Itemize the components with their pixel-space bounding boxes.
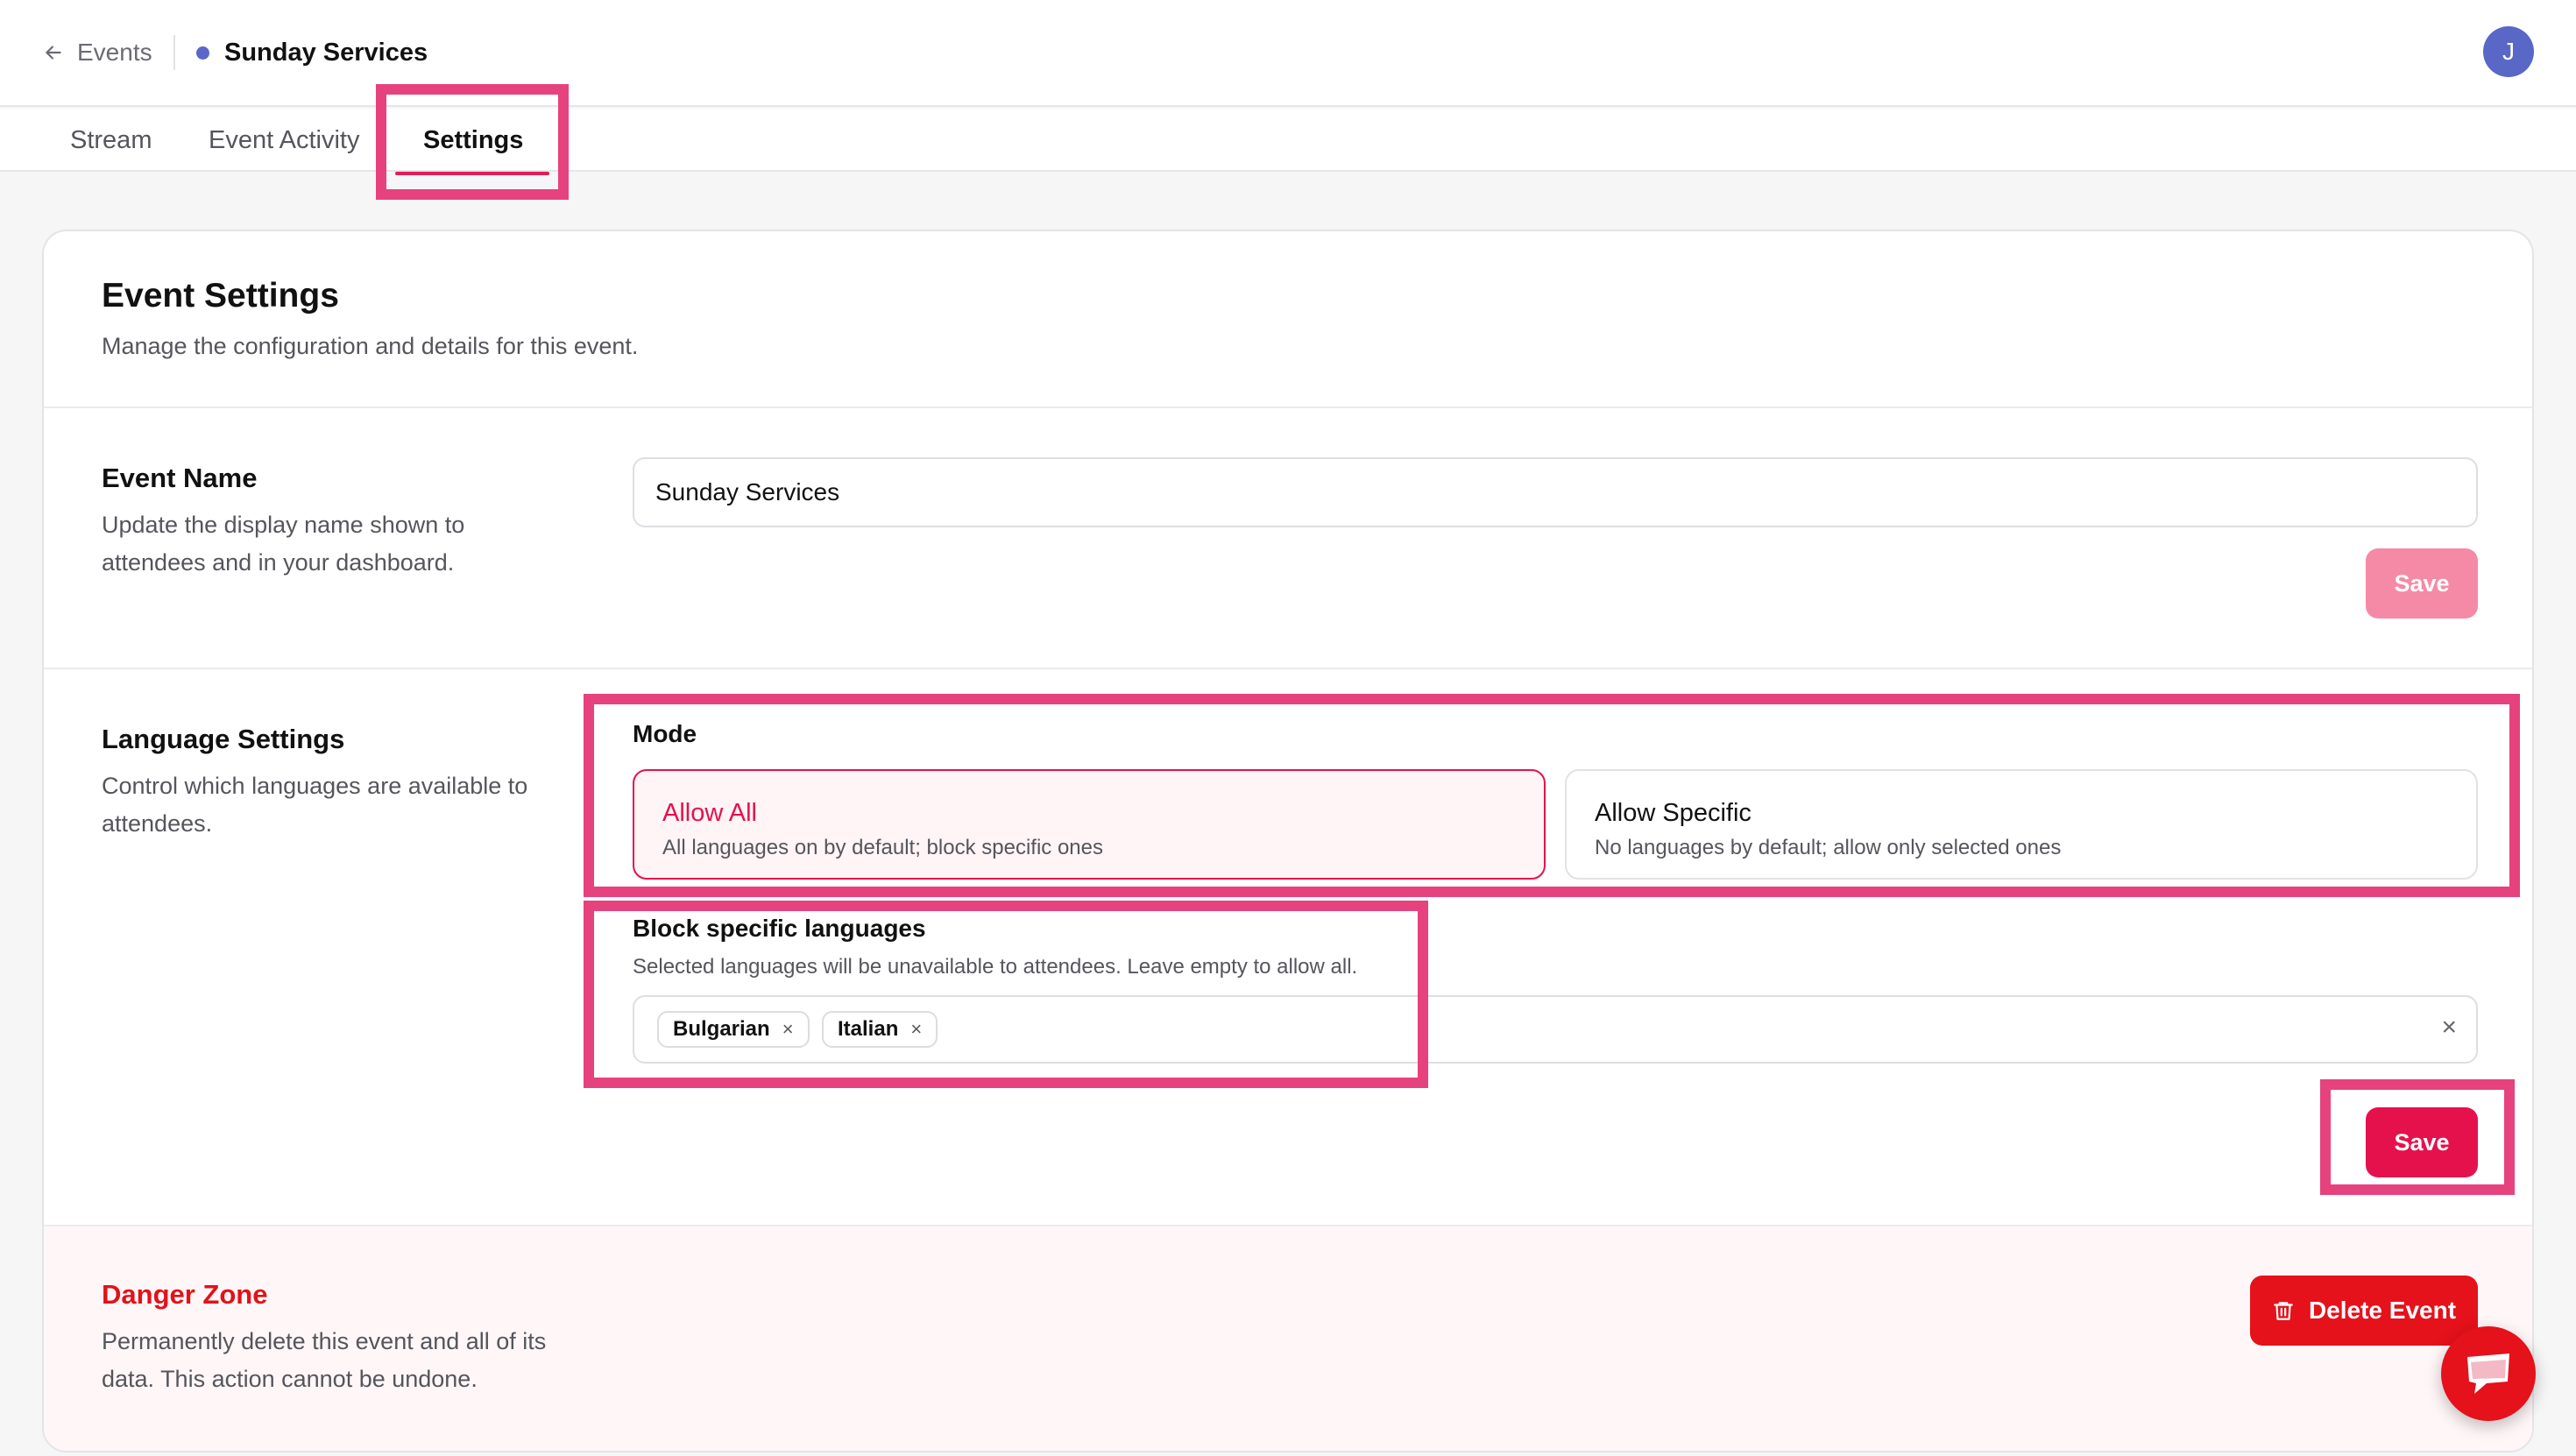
highlight-box-block-languages xyxy=(584,901,1428,1088)
tab-stream[interactable]: Stream xyxy=(70,123,152,158)
event-name-title: Event Name xyxy=(102,463,258,493)
event-title: Sunday Services xyxy=(224,39,428,67)
back-link-label: Events xyxy=(77,39,152,66)
danger-zone-description: Permanently delete this event and all of… xyxy=(102,1328,547,1392)
event-name-description: Update the display name shown to attende… xyxy=(102,512,465,576)
header-divider xyxy=(173,35,175,70)
avatar[interactable]: J xyxy=(2483,26,2534,77)
highlight-box-mode xyxy=(584,694,2520,897)
chat-bubble-icon xyxy=(2467,1354,2509,1394)
event-status-dot xyxy=(196,46,209,60)
trash-icon xyxy=(2274,1302,2293,1320)
event-name-save-button[interactable]: Save xyxy=(2366,548,2478,618)
divider xyxy=(44,668,2532,669)
page-subtitle: Manage the configuration and details for… xyxy=(102,333,639,359)
arrow-left-icon xyxy=(46,46,61,60)
tab-event-activity[interactable]: Event Activity xyxy=(209,123,359,158)
delete-event-button[interactable]: Delete Event xyxy=(2250,1276,2478,1346)
divider xyxy=(44,406,2532,408)
event-name-input[interactable] xyxy=(633,457,2478,527)
chat-widget-button[interactable] xyxy=(2441,1326,2536,1421)
language-settings-description: Control which languages are available to… xyxy=(102,773,528,837)
danger-zone-title: Danger Zone xyxy=(102,1279,268,1310)
highlight-box-settings-tab xyxy=(376,84,569,200)
page-title: Event Settings xyxy=(102,277,339,315)
language-settings-title: Language Settings xyxy=(102,724,345,754)
highlight-box-save xyxy=(2320,1079,2515,1195)
clear-all-icon[interactable]: × xyxy=(2441,1013,2457,1043)
back-to-events-link[interactable]: Events xyxy=(42,35,152,70)
delete-event-label: Delete Event xyxy=(2308,1297,2457,1324)
